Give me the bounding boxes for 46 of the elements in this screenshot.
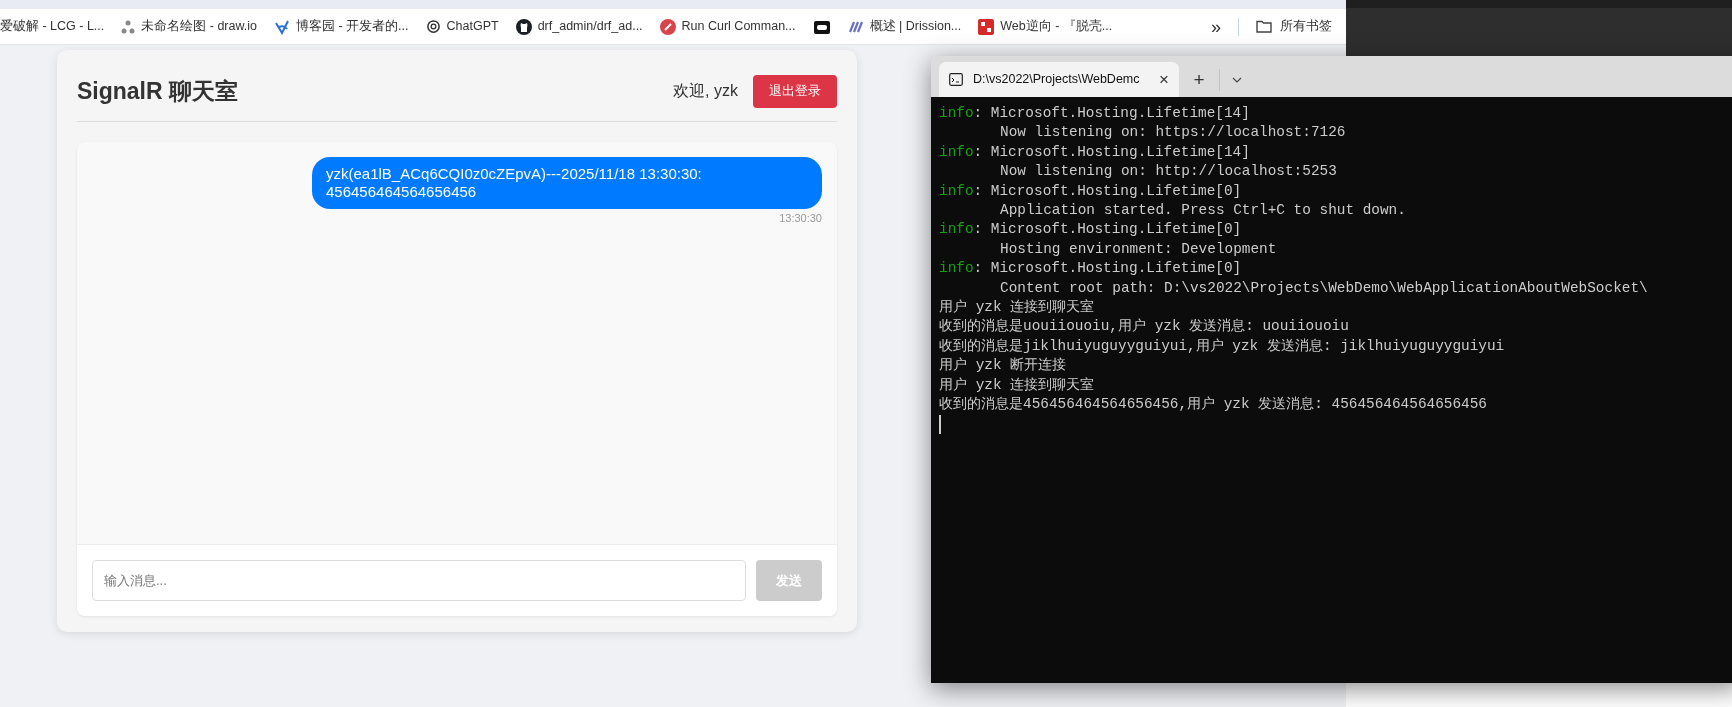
log-line: Now listening on: https://localhost:7126 [999,123,1347,143]
log-line: 用户 yzk 连接到聊天室 [939,375,1096,395]
bookmark[interactable]: drf_admin/drf_ad... [515,17,643,36]
log-line: 收到的消息是456456464564656456,用户 yzk 发送消息: 456456464564656456 [939,395,1488,415]
logout-button[interactable]: 退出登录 [753,74,837,108]
log-line: info: Microsoft.Hosting.Lifetime[0] [939,259,1243,279]
tab-title: D:\vs2022\Projects\WebDemc [973,71,1141,89]
log-line: 收到的消息是uouiiouoiu,用户 yzk 发送消息: uouiiouoiu [939,317,1350,337]
log-line: 用户 yzk 断开连接 [939,356,1068,376]
chat-title: SignalR 聊天室 [77,76,238,106]
message-bubble: yzk(ea1lB_ACq6CQI0z0cZEpvA)---2025/11/18 13:30:30: 456456464564656456 [312,157,822,209]
bookmark[interactable]: ChatGPT [425,17,499,36]
log-line: Application started. Press Ctrl+C to shut down. [999,201,1407,221]
seal-icon [978,18,995,35]
chevron-down-icon[interactable] [1232,76,1242,83]
welcome-text: 欢迎, yzk [673,81,738,101]
message-time: 13:30:30 [779,211,822,226]
log-line: info: Microsoft.Hosting.Lifetime[14] [939,104,1251,123]
nodes-icon [121,19,136,34]
folder-icon [1256,20,1272,33]
log-line: Content root path: D:\vs2022\Projects\WebDemo\WebApplicationAboutWebSocket\ [999,278,1649,298]
all-bookmarks[interactable]: 所有书签 [1256,17,1332,36]
bookmark[interactable]: 博客园 - 开发者的... [274,17,409,36]
new-tab-button[interactable]: + [1179,70,1219,89]
terminal-tab[interactable]: D:\vs2022\Projects\WebDemc × [939,62,1179,97]
log-line: 用户 yzk 连接到聊天室 [939,298,1096,318]
console-icon [949,73,963,86]
log-line: Now listening on: http://localhost:5253 [999,162,1338,182]
bookmark[interactable]: 爱破解 - LCG - L... [0,17,105,36]
message-input[interactable]: 输入消息... [92,560,746,601]
close-tab-button[interactable]: × [1159,71,1169,88]
bookmark[interactable]: 未命名绘图 - draw.io [121,17,257,36]
bookmark[interactable]: Web逆向 - 『脱壳... [978,17,1113,36]
log-line: 收到的消息是jiklhuiyuguyyguiyui,用户 yzk 发送消息: jiklhuiyuguyyguiyui [939,336,1506,356]
log-line: info: Microsoft.Hosting.Lifetime[0] [939,220,1243,240]
bookmark[interactable] [812,18,831,35]
bookmark[interactable]: 概述 | Drission... [847,17,962,36]
text-cursor [939,414,941,434]
log-line: Hosting environment: Development [999,239,1278,259]
log-line: info: Microsoft.Hosting.Lifetime[14] [939,142,1251,162]
bookmark[interactable]: Run Curl Comman... [659,17,796,36]
robot-icon [812,18,831,35]
stripes-icon [847,19,864,34]
link-icon [659,18,676,35]
log-line: info: Microsoft.Hosting.Lifetime[0] [939,181,1243,201]
more-bookmarks[interactable]: » [1211,17,1221,36]
